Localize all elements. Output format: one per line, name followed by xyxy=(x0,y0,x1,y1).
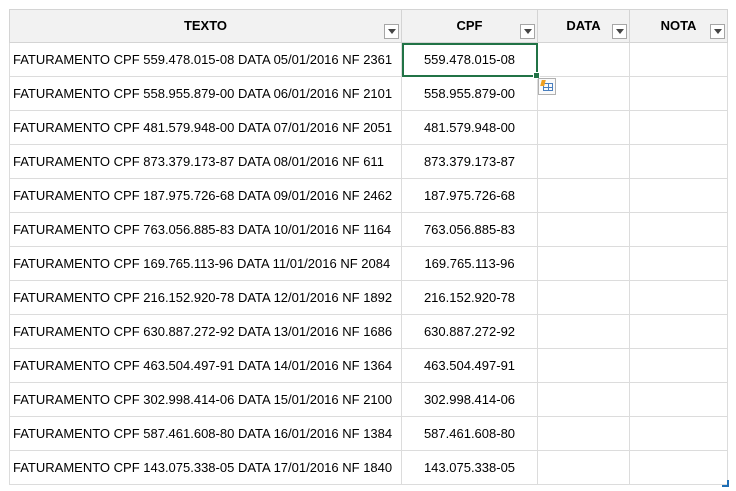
cell-texto[interactable]: FATURAMENTO CPF 143.075.338-05 DATA 17/0… xyxy=(9,450,402,485)
table-row: FATURAMENTO CPF 143.075.338-05 DATA 17/0… xyxy=(9,450,728,485)
cell-data[interactable] xyxy=(537,382,630,417)
cell-cpf[interactable]: 630.887.272-92 xyxy=(401,314,538,349)
table-row: FATURAMENTO CPF 187.975.726-68 DATA 09/0… xyxy=(9,178,728,213)
cell-data[interactable] xyxy=(537,314,630,349)
cell-texto[interactable]: FATURAMENTO CPF 558.955.879-00 DATA 06/0… xyxy=(9,76,402,111)
cell-nota[interactable] xyxy=(629,314,728,349)
cell-data[interactable] xyxy=(537,178,630,213)
table-row: FATURAMENTO CPF 481.579.948-00 DATA 07/0… xyxy=(9,110,728,145)
cell-cpf-selected[interactable]: 559.478.015-08 xyxy=(401,42,538,77)
cell-cpf[interactable]: 481.579.948-00 xyxy=(401,110,538,145)
cell-texto[interactable]: FATURAMENTO CPF 873.379.173-87 DATA 08/0… xyxy=(9,144,402,179)
flash-fill-options-icon[interactable] xyxy=(538,78,556,95)
cell-data[interactable] xyxy=(537,246,630,281)
cell-texto[interactable]: FATURAMENTO CPF 587.461.608-80 DATA 16/0… xyxy=(9,416,402,451)
filter-dropdown-button[interactable] xyxy=(384,24,399,39)
header-data[interactable]: DATA xyxy=(537,9,630,43)
cell-nota[interactable] xyxy=(629,246,728,281)
cell-nota[interactable] xyxy=(629,178,728,213)
header-texto[interactable]: TEXTO xyxy=(9,9,402,43)
dropdown-arrow-icon xyxy=(615,29,624,34)
cell-nota[interactable] xyxy=(629,280,728,315)
cell-texto[interactable]: FATURAMENTO CPF 187.975.726-68 DATA 09/0… xyxy=(9,178,402,213)
cell-nota[interactable] xyxy=(629,144,728,179)
cell-nota[interactable] xyxy=(629,416,728,451)
table-row: FATURAMENTO CPF 302.998.414-06 DATA 15/0… xyxy=(9,382,728,417)
cell-data[interactable] xyxy=(537,450,630,485)
table-row: FATURAMENTO CPF 763.056.885-83 DATA 10/0… xyxy=(9,212,728,247)
filter-dropdown-button[interactable] xyxy=(710,24,725,39)
cell-texto[interactable]: FATURAMENTO CPF 763.056.885-83 DATA 10/0… xyxy=(9,212,402,247)
cell-texto[interactable]: FATURAMENTO CPF 630.887.272-92 DATA 13/0… xyxy=(9,314,402,349)
cell-cpf[interactable]: 169.765.113-96 xyxy=(401,246,538,281)
table-row: FATURAMENTO CPF 559.478.015-08 DATA 05/0… xyxy=(9,42,728,77)
cell-data[interactable] xyxy=(537,144,630,179)
header-label: TEXTO xyxy=(183,17,228,33)
cell-data[interactable] xyxy=(537,42,630,77)
header-label: CPF xyxy=(456,17,483,33)
cell-cpf[interactable]: 558.955.879-00 xyxy=(401,76,538,111)
cell-cpf[interactable]: 463.504.497-91 xyxy=(401,348,538,383)
filter-dropdown-button[interactable] xyxy=(612,24,627,39)
cell-texto[interactable]: FATURAMENTO CPF 169.765.113-96 DATA 11/0… xyxy=(9,246,402,281)
cell-cpf[interactable]: 302.998.414-06 xyxy=(401,382,538,417)
cell-cpf[interactable]: 763.056.885-83 xyxy=(401,212,538,247)
cell-cpf[interactable]: 587.461.608-80 xyxy=(401,416,538,451)
dropdown-arrow-icon xyxy=(523,29,532,34)
cell-texto[interactable]: FATURAMENTO CPF 559.478.015-08 DATA 05/0… xyxy=(9,42,402,77)
cell-nota[interactable] xyxy=(629,450,728,485)
header-label: NOTA xyxy=(660,17,697,33)
table-row: FATURAMENTO CPF 630.887.272-92 DATA 13/0… xyxy=(9,314,728,349)
cell-data[interactable] xyxy=(537,110,630,145)
cell-cpf[interactable]: 873.379.173-87 xyxy=(401,144,538,179)
cell-texto[interactable]: FATURAMENTO CPF 302.998.414-06 DATA 15/0… xyxy=(9,382,402,417)
cell-nota[interactable] xyxy=(629,110,728,145)
header-cpf[interactable]: CPF xyxy=(401,9,538,43)
dropdown-arrow-icon xyxy=(713,29,722,34)
cell-data[interactable] xyxy=(537,212,630,247)
cell-nota[interactable] xyxy=(629,212,728,247)
table-body: FATURAMENTO CPF 559.478.015-08 DATA 05/0… xyxy=(9,42,728,485)
cell-cpf[interactable]: 216.152.920-78 xyxy=(401,280,538,315)
cell-nota[interactable] xyxy=(629,42,728,77)
cell-nota[interactable] xyxy=(629,382,728,417)
cell-data[interactable] xyxy=(537,280,630,315)
table-resize-handle[interactable] xyxy=(722,480,729,487)
header-label: DATA xyxy=(566,17,601,33)
cell-texto[interactable]: FATURAMENTO CPF 463.504.497-91 DATA 14/0… xyxy=(9,348,402,383)
spreadsheet: TEXTO CPF DATA NOTA FATURAMENTO CPF 559.… xyxy=(0,0,736,491)
header-nota[interactable]: NOTA xyxy=(629,9,728,43)
table-row: FATURAMENTO CPF 873.379.173-87 DATA 08/0… xyxy=(9,144,728,179)
header-row: TEXTO CPF DATA NOTA xyxy=(9,9,728,43)
filter-dropdown-button[interactable] xyxy=(520,24,535,39)
cell-cpf[interactable]: 143.075.338-05 xyxy=(401,450,538,485)
table-row: FATURAMENTO CPF 169.765.113-96 DATA 11/0… xyxy=(9,246,728,281)
dropdown-arrow-icon xyxy=(387,29,396,34)
table-row: FATURAMENTO CPF 463.504.497-91 DATA 14/0… xyxy=(9,348,728,383)
cell-texto[interactable]: FATURAMENTO CPF 216.152.920-78 DATA 12/0… xyxy=(9,280,402,315)
table-row: FATURAMENTO CPF 216.152.920-78 DATA 12/0… xyxy=(9,280,728,315)
cell-data[interactable] xyxy=(537,348,630,383)
cell-nota[interactable] xyxy=(629,348,728,383)
cell-nota[interactable] xyxy=(629,76,728,111)
table-row: FATURAMENTO CPF 587.461.608-80 DATA 16/0… xyxy=(9,416,728,451)
data-table: TEXTO CPF DATA NOTA FATURAMENTO CPF 559.… xyxy=(9,9,728,485)
cell-texto[interactable]: FATURAMENTO CPF 481.579.948-00 DATA 07/0… xyxy=(9,110,402,145)
cell-data[interactable] xyxy=(537,416,630,451)
cell-cpf[interactable]: 187.975.726-68 xyxy=(401,178,538,213)
table-row: FATURAMENTO CPF 558.955.879-00 DATA 06/0… xyxy=(9,76,728,111)
